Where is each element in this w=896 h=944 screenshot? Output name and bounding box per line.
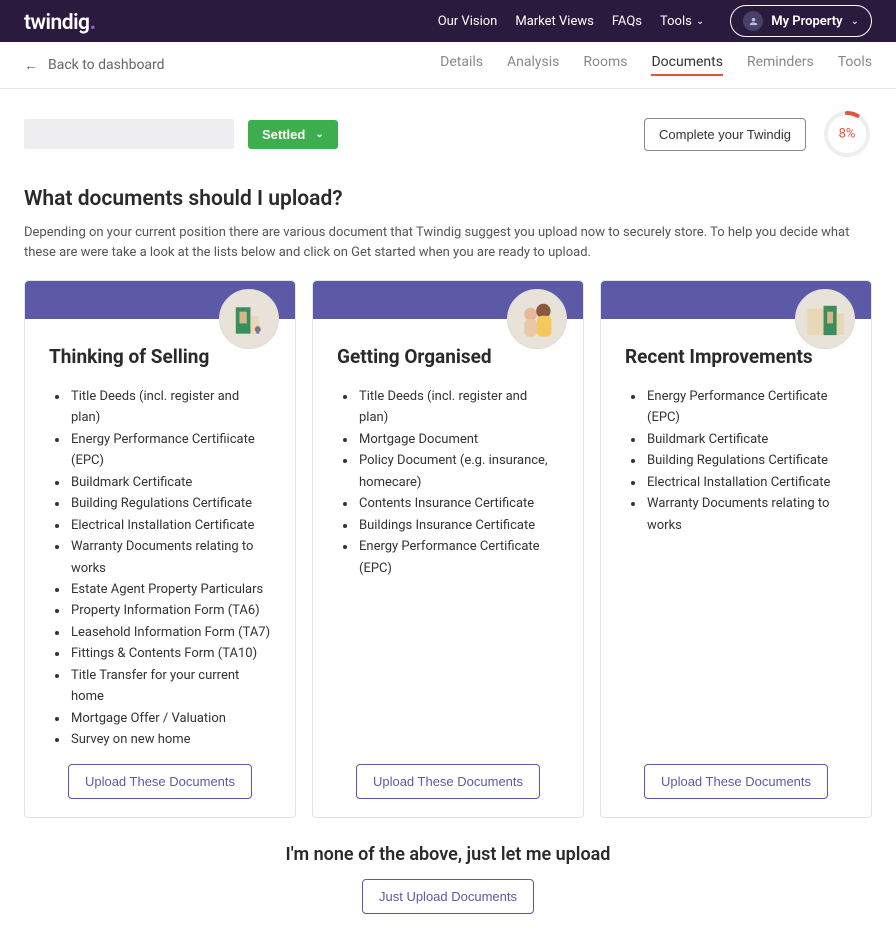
card-body: Getting Organised Title Deeds (incl. reg… [313, 319, 583, 817]
nav-faqs[interactable]: FAQs [612, 14, 642, 29]
card-recent-improvements: Recent Improvements Energy Performance C… [600, 280, 872, 818]
logo[interactable]: twindig. [24, 7, 96, 35]
main-content: What documents should I upload? Dependin… [0, 169, 896, 944]
card-illustration [507, 289, 567, 349]
list-item: Energy Performance Certifiicate (EPC) [69, 429, 271, 472]
upload-button[interactable]: Upload These Documents [356, 764, 540, 799]
complete-twindig-button[interactable]: Complete your Twindig [644, 118, 806, 151]
status-row: Settled ⌄ Complete your Twindig 8% [0, 89, 896, 169]
card-list: Title Deeds (incl. register and plan)Ene… [49, 386, 271, 750]
top-nav: Our Vision Market Views FAQs Tools ⌄ My … [438, 5, 872, 37]
list-item: Leasehold Information Form (TA7) [69, 622, 271, 643]
logo-dot: . [89, 7, 95, 35]
nav-market[interactable]: Market Views [515, 14, 593, 29]
list-item: Buildings Insurance Certificate [357, 515, 559, 536]
list-item: Building Regulations Certificate [69, 493, 271, 514]
fallback-heading: I'm none of the above, just let me uploa… [24, 844, 872, 865]
cards-container: Thinking of Selling Title Deeds (incl. r… [24, 280, 872, 818]
list-item: Electrical Installation Certificate [645, 472, 847, 493]
list-item: Building Regulations Certificate [645, 450, 847, 471]
card-title: Getting Organised [337, 345, 559, 368]
fallback-section: I'm none of the above, just let me uploa… [24, 844, 872, 914]
list-item: Fittings & Contents Form (TA10) [69, 643, 271, 664]
upload-button[interactable]: Upload These Documents [68, 764, 252, 799]
settled-label: Settled [262, 127, 305, 142]
nav-tools-label: Tools [660, 14, 692, 29]
list-item: Electrical Installation Certificate [69, 515, 271, 536]
list-item: Buildmark Certificate [69, 472, 271, 493]
tab-rooms[interactable]: Rooms [583, 54, 627, 76]
progress-percent: 8% [839, 127, 856, 142]
list-item: Title Deeds (incl. register and plan) [357, 386, 559, 429]
card-title: Thinking of Selling [49, 345, 271, 368]
card-list: Title Deeds (incl. register and plan)Mor… [337, 386, 559, 750]
progress-ring: 8% [822, 109, 872, 159]
tab-tools[interactable]: Tools [838, 54, 872, 76]
list-item: Property Information Form (TA6) [69, 600, 271, 621]
list-item: Title Transfer for your current home [69, 665, 271, 708]
chevron-down-icon: ⌄ [315, 129, 323, 140]
page-description: Depending on your current position there… [24, 223, 872, 262]
card-thinking-of-selling: Thinking of Selling Title Deeds (incl. r… [24, 280, 296, 818]
list-item: Title Deeds (incl. register and plan) [69, 386, 271, 429]
card-title: Recent Improvements [625, 345, 847, 368]
subbar: ← Back to dashboard Details Analysis Roo… [0, 42, 896, 89]
list-item: Policy Document (e.g. insurance, homecar… [357, 450, 559, 493]
back-to-dashboard[interactable]: ← Back to dashboard [24, 57, 165, 74]
nav-tools[interactable]: Tools ⌄ [660, 14, 704, 29]
tab-analysis[interactable]: Analysis [507, 54, 559, 76]
card-list: Energy Performance Certificate (EPC)Buil… [625, 386, 847, 750]
my-property-button[interactable]: My Property ⌄ [730, 5, 872, 37]
list-item: Mortgage Offer / Valuation [69, 708, 271, 729]
status-left: Settled ⌄ [24, 119, 338, 149]
settled-dropdown[interactable]: Settled ⌄ [248, 120, 338, 149]
nav-vision[interactable]: Our Vision [438, 14, 498, 29]
page-heading: What documents should I upload? [24, 187, 872, 211]
list-item: Mortgage Document [357, 429, 559, 450]
list-item: Energy Performance Certificate (EPC) [357, 536, 559, 579]
list-item: Buildmark Certificate [645, 429, 847, 450]
list-item: Estate Agent Property Particulars [69, 579, 271, 600]
tabs: Details Analysis Rooms Documents Reminde… [440, 54, 872, 76]
tab-reminders[interactable]: Reminders [747, 54, 814, 76]
list-item: Contents Insurance Certificate [357, 493, 559, 514]
list-item: Energy Performance Certificate (EPC) [645, 386, 847, 429]
status-right: Complete your Twindig 8% [644, 109, 872, 159]
list-item: Warranty Documents relating to works [645, 493, 847, 536]
upload-button[interactable]: Upload These Documents [644, 764, 828, 799]
tab-details[interactable]: Details [440, 54, 483, 76]
topbar: twindig. Our Vision Market Views FAQs To… [0, 0, 896, 42]
card-illustration [795, 289, 855, 349]
card-getting-organised: Getting Organised Title Deeds (incl. reg… [312, 280, 584, 818]
chevron-down-icon: ⌄ [696, 16, 704, 27]
tab-documents[interactable]: Documents [651, 54, 722, 76]
property-thumbnail [24, 119, 234, 149]
back-label: Back to dashboard [48, 57, 165, 73]
logo-text: twindig [24, 11, 89, 35]
card-body: Recent Improvements Energy Performance C… [601, 319, 871, 817]
list-item: Warranty Documents relating to works [69, 536, 271, 579]
user-icon [743, 11, 763, 31]
arrow-left-icon: ← [24, 57, 38, 74]
just-upload-button[interactable]: Just Upload Documents [362, 879, 534, 914]
chevron-down-icon: ⌄ [851, 16, 859, 27]
card-illustration [219, 289, 279, 349]
my-property-label: My Property [771, 14, 842, 29]
card-body: Thinking of Selling Title Deeds (incl. r… [25, 319, 295, 817]
list-item: Survey on new home [69, 729, 271, 750]
